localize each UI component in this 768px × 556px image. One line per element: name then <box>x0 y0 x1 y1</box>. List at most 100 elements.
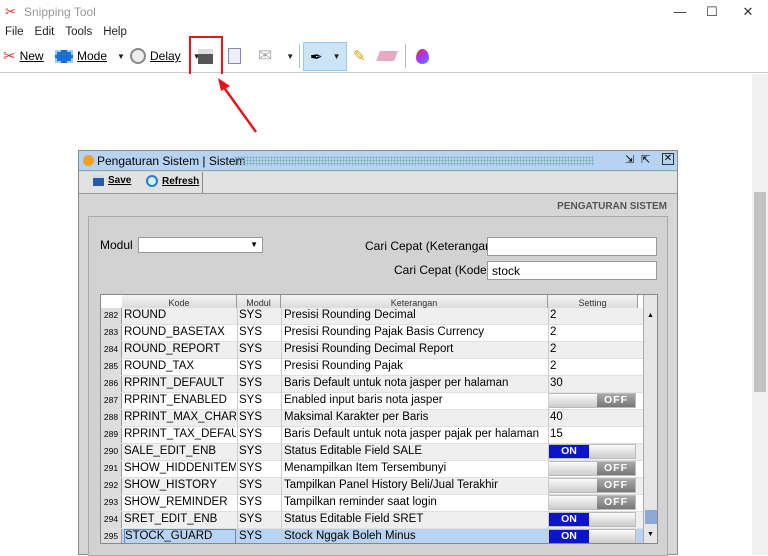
setting-cell[interactable]: 2 <box>550 343 556 355</box>
minimize-button[interactable]: — <box>665 2 695 22</box>
kode-cell[interactable]: ROUND <box>124 309 236 321</box>
setting-toggle[interactable]: OFF <box>548 478 636 493</box>
new-button[interactable]: ✂ New <box>3 45 44 67</box>
setting-cell[interactable]: 2 <box>550 309 556 321</box>
table-row[interactable]: 293 SHOW_REMINDER SYS Tampilkan reminder… <box>101 495 643 512</box>
modul-cell[interactable]: SYS <box>239 343 262 355</box>
scroll-up-icon[interactable]: ▲ <box>647 312 654 319</box>
keterangan-cell[interactable]: Stock Nggak Boleh Minus <box>284 530 546 542</box>
modul-cell[interactable]: SYS <box>239 445 262 457</box>
kode-cell[interactable]: RPRINT_ENABLED <box>124 394 236 406</box>
keterangan-cell[interactable]: Enabled input baris nota jasper <box>284 394 546 406</box>
keterangan-cell[interactable]: Maksimal Karakter per Baris <box>284 411 546 423</box>
modul-cell[interactable]: SYS <box>239 428 262 440</box>
chevron-down-icon[interactable]: ▼ <box>286 52 294 61</box>
menu-help[interactable]: Help <box>103 26 127 38</box>
kode-cell[interactable]: STOCK_GUARD <box>124 529 236 543</box>
scrollbar-thumb[interactable] <box>645 510 657 524</box>
paint3d-button[interactable] <box>416 45 429 67</box>
kode-cell[interactable]: RPRINT_DEFAULT <box>124 377 236 389</box>
kode-cell[interactable]: SALE_EDIT_ENB <box>124 445 236 457</box>
setting-toggle[interactable]: OFF <box>548 461 636 476</box>
setting-toggle[interactable]: ON <box>548 512 636 527</box>
kode-cell[interactable]: RPRINT_TAX_DEFAULT <box>124 428 236 440</box>
menu-tools[interactable]: Tools <box>65 26 92 38</box>
kode-cell[interactable]: SHOW_HIDDENITEM <box>124 462 236 474</box>
chevron-down-icon[interactable]: ▼ <box>333 52 341 61</box>
kode-cell[interactable]: SHOW_REMINDER <box>124 496 236 508</box>
table-row[interactable]: 295 STOCK_GUARD SYS Stock Nggak Boleh Mi… <box>101 529 643 543</box>
menu-edit[interactable]: Edit <box>35 26 55 38</box>
keterangan-cell[interactable]: Presisi Rounding Pajak Basis Currency <box>284 326 546 338</box>
table-row[interactable]: 287 RPRINT_ENABLED SYS Enabled input bar… <box>101 393 643 410</box>
keterangan-cell[interactable]: Tampilkan reminder saat login <box>284 496 546 508</box>
chevron-down-icon[interactable]: ▼ <box>117 52 125 61</box>
send-snip-button[interactable]: ✉ ▼ <box>258 45 294 67</box>
setting-cell[interactable]: 2 <box>550 326 556 338</box>
keterangan-cell[interactable]: Baris Default untuk nota jasper per hala… <box>284 377 546 389</box>
restore-icon[interactable]: ⇲ <box>625 153 634 166</box>
modul-select[interactable]: ▼ <box>138 237 263 253</box>
modul-cell[interactable]: SYS <box>239 496 262 508</box>
table-row[interactable]: 292 SHOW_HISTORY SYS Tampilkan Panel His… <box>101 478 643 495</box>
keterangan-cell[interactable]: Baris Default untuk nota jasper pajak pe… <box>284 428 546 440</box>
kode-cell[interactable]: ROUND_TAX <box>124 360 236 372</box>
cari-kode-input[interactable] <box>487 261 657 280</box>
table-row[interactable]: 283 ROUND_BASETAX SYS Presisi Rounding P… <box>101 325 643 342</box>
table-row[interactable]: 291 SHOW_HIDDENITEM SYS Menampilkan Item… <box>101 461 643 478</box>
cari-keterangan-input[interactable] <box>487 237 657 256</box>
pen-button[interactable]: ✒ ▼ <box>303 42 347 71</box>
table-row[interactable]: 289 RPRINT_TAX_DEFAULT SYS Baris Default… <box>101 427 643 444</box>
table-row[interactable]: 285 ROUND_TAX SYS Presisi Rounding Pajak… <box>101 359 643 376</box>
setting-toggle[interactable]: ON <box>548 529 636 543</box>
refresh-button[interactable]: Refresh <box>146 175 199 187</box>
setting-cell[interactable]: 15 <box>550 428 563 440</box>
menu-file[interactable]: File <box>5 26 24 38</box>
kode-cell[interactable]: ROUND_BASETAX <box>124 326 236 338</box>
table-row[interactable]: 284 ROUND_REPORT SYS Presisi Rounding De… <box>101 342 643 359</box>
maximize-icon[interactable]: ⇱ <box>641 153 650 166</box>
kode-cell[interactable]: SRET_EDIT_ENB <box>124 513 236 525</box>
close-button[interactable]: ✕ <box>733 2 763 22</box>
kode-cell[interactable]: ROUND_REPORT <box>124 343 236 355</box>
keterangan-cell[interactable]: Presisi Rounding Decimal Report <box>284 343 546 355</box>
modul-cell[interactable]: SYS <box>239 479 262 491</box>
setting-toggle[interactable]: OFF <box>548 495 636 510</box>
setting-cell[interactable]: 30 <box>550 377 563 389</box>
modul-cell[interactable]: SYS <box>239 411 262 423</box>
keterangan-cell[interactable]: Menampilkan Item Tersembunyi <box>284 462 546 474</box>
modul-cell[interactable]: SYS <box>239 309 262 321</box>
keterangan-cell[interactable]: Status Editable Field SRET <box>284 513 546 525</box>
maximize-button[interactable]: ☐ <box>697 2 727 22</box>
setting-cell[interactable]: 40 <box>550 411 563 423</box>
table-row[interactable]: 294 SRET_EDIT_ENB SYS Status Editable Fi… <box>101 512 643 529</box>
scroll-down-icon[interactable]: ▼ <box>647 531 654 538</box>
kode-cell[interactable]: RPRINT_MAX_CHAR <box>124 411 236 423</box>
modul-cell[interactable]: SYS <box>239 326 262 338</box>
modul-cell[interactable]: SYS <box>239 394 262 406</box>
table-row[interactable]: 286 RPRINT_DEFAULT SYS Baris Default unt… <box>101 376 643 393</box>
table-row[interactable]: 282 ROUND SYS Presisi Rounding Decimal 2 <box>101 308 643 325</box>
save-button[interactable]: Save <box>93 175 131 186</box>
modul-cell[interactable]: SYS <box>239 377 262 389</box>
mode-button[interactable]: Mode ▼ <box>55 45 125 67</box>
setting-toggle[interactable]: OFF <box>548 393 636 408</box>
setting-toggle[interactable]: ON <box>548 444 636 459</box>
modul-cell[interactable]: SYS <box>239 462 262 474</box>
setting-cell[interactable]: 2 <box>550 360 556 372</box>
table-row[interactable]: 290 SALE_EDIT_ENB SYS Status Editable Fi… <box>101 444 643 461</box>
keterangan-cell[interactable]: Tampilkan Panel History Beli/Jual Terakh… <box>284 479 546 491</box>
kode-cell[interactable]: SHOW_HISTORY <box>124 479 236 491</box>
highlighter-button[interactable]: ✎ <box>353 45 366 67</box>
keterangan-cell[interactable]: Presisi Rounding Decimal <box>284 309 546 321</box>
table-row[interactable]: 288 RPRINT_MAX_CHAR SYS Maksimal Karakte… <box>101 410 643 427</box>
scrollbar-thumb[interactable] <box>754 192 766 392</box>
eraser-button[interactable] <box>376 45 398 67</box>
keterangan-cell[interactable]: Presisi Rounding Pajak <box>284 360 546 372</box>
modul-cell[interactable]: SYS <box>239 530 262 542</box>
modul-cell[interactable]: SYS <box>239 360 262 372</box>
table-scrollbar[interactable]: ▲ ▼ <box>643 295 657 543</box>
copy-button[interactable] <box>228 45 241 67</box>
close-icon[interactable]: ✕ <box>662 153 674 165</box>
keterangan-cell[interactable]: Status Editable Field SALE <box>284 445 546 457</box>
